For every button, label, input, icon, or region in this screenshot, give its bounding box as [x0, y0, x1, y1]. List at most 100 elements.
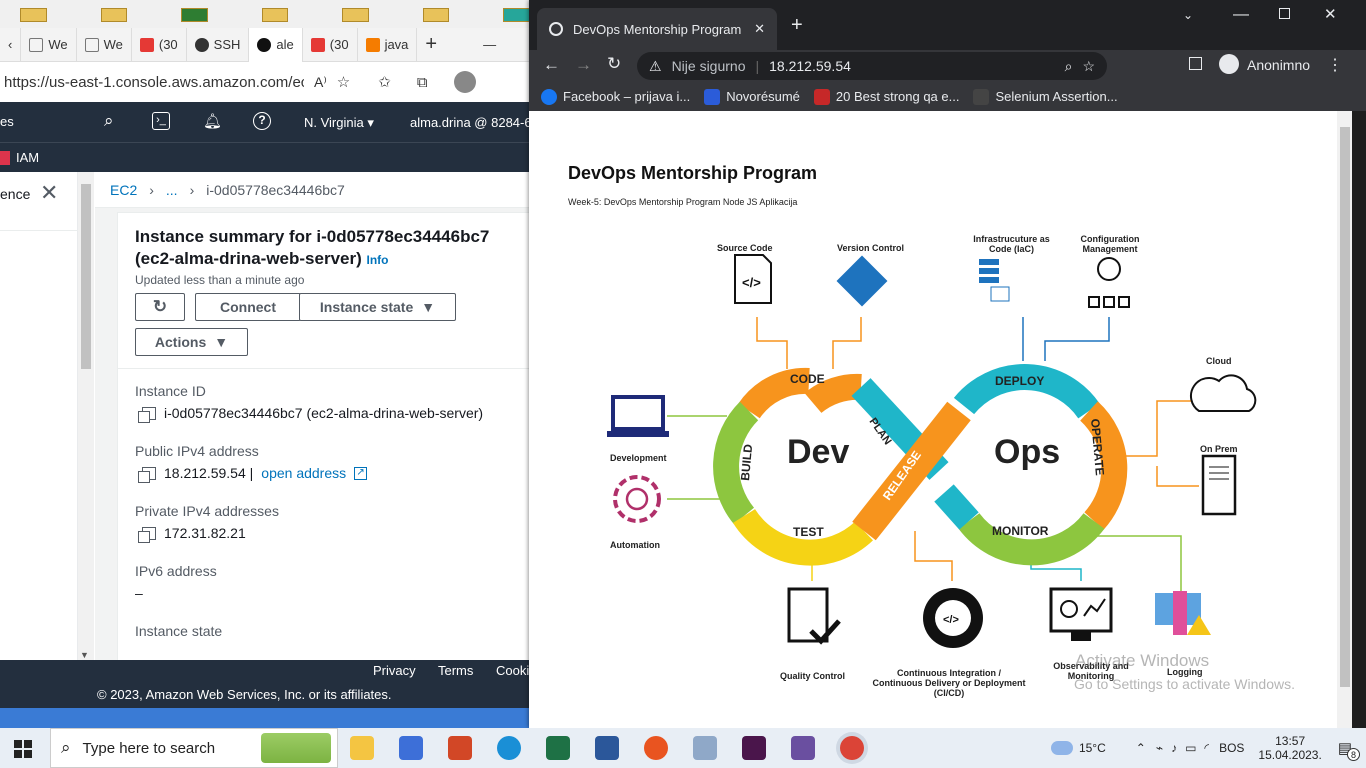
- cookie-link[interactable]: Cooki: [496, 663, 529, 678]
- weather-icon[interactable]: [1050, 741, 1073, 755]
- bookmark-qa[interactable]: 20 Best strong qa e...: [813, 88, 959, 105]
- file-explorer-icon[interactable]: [350, 736, 374, 760]
- side-panel-icon[interactable]: [1189, 57, 1202, 70]
- instance-state-button[interactable]: Instance state ▼: [299, 293, 456, 321]
- bell-icon[interactable]: 🔔︎: [203, 112, 222, 130]
- taskbar-search[interactable]: ⌕ Type here to search: [50, 728, 338, 768]
- bookmark-novoresume[interactable]: Novorésumé: [704, 88, 800, 105]
- edge-tab[interactable]: We: [77, 28, 132, 62]
- document-icon[interactable]: [422, 8, 450, 22]
- folder-icon[interactable]: [20, 8, 47, 22]
- forward-icon[interactable]: →: [575, 55, 592, 75]
- info-link[interactable]: Info: [367, 253, 389, 267]
- profile-icon[interactable]: [453, 71, 476, 93]
- volume-icon[interactable]: ♪: [1171, 741, 1177, 755]
- copy-icon[interactable]: [138, 406, 156, 423]
- connect-button[interactable]: Connect: [195, 293, 301, 321]
- help-icon[interactable]: ?: [253, 112, 271, 130]
- excel-icon[interactable]: [181, 8, 208, 22]
- bookmark-facebook[interactable]: Facebook – prijava i...: [541, 88, 690, 105]
- back-icon[interactable]: ←: [543, 55, 560, 75]
- incognito-label[interactable]: Anonimno: [1247, 57, 1310, 73]
- edge-tab[interactable]: We: [21, 28, 77, 62]
- minimize-icon[interactable]: —: [1233, 6, 1249, 24]
- new-tab-button[interactable]: +: [791, 14, 803, 37]
- actions-button[interactable]: Actions ▼: [135, 328, 248, 356]
- iam-favorite[interactable]: IAM: [16, 150, 39, 165]
- notifications-icon[interactable]: ▤ 8: [1338, 739, 1360, 761]
- edge-tab[interactable]: java: [358, 28, 418, 62]
- windows-start-icon[interactable]: [14, 740, 32, 758]
- bookmark-star-icon[interactable]: ☆: [1082, 58, 1095, 75]
- breadcrumb-ec2[interactable]: EC2: [110, 182, 137, 198]
- quality-control-label: Quality Control: [780, 671, 845, 681]
- new-tab-button[interactable]: +: [417, 28, 445, 62]
- region-selector[interactable]: N. Virginia ▾: [304, 115, 374, 131]
- search-icon[interactable]: ⌕: [104, 111, 114, 131]
- tab-search-icon[interactable]: ⌄: [1183, 8, 1193, 22]
- open-address-link[interactable]: open address: [261, 465, 346, 481]
- slack-icon[interactable]: [742, 736, 766, 760]
- edge-tab[interactable]: (30: [132, 28, 187, 62]
- close-window-icon[interactable]: ✕: [1324, 5, 1337, 23]
- scroll-down-arrow-icon[interactable]: ▼: [80, 650, 89, 660]
- copy-icon[interactable]: [138, 526, 156, 543]
- wifi-icon[interactable]: ◜: [1204, 741, 1209, 755]
- favorites-icon[interactable]: ✩: [378, 73, 391, 91]
- app-icon[interactable]: [503, 8, 531, 22]
- add-favorite-icon[interactable]: ☆: [337, 73, 350, 91]
- address-input[interactable]: https://us-east-1.console.aws.amazon.com…: [4, 74, 304, 91]
- reload-icon[interactable]: ↻: [607, 54, 621, 74]
- powerpoint-icon[interactable]: [448, 736, 472, 760]
- edge-tab[interactable]: SSH: [187, 28, 250, 62]
- copy-icon[interactable]: [138, 466, 156, 483]
- usb-icon[interactable]: ⌁: [1156, 741, 1163, 755]
- edge-tab[interactable]: (30: [303, 28, 358, 62]
- close-tab-icon[interactable]: ✕: [754, 21, 765, 37]
- language-indicator[interactable]: BOS: [1219, 741, 1244, 755]
- read-aloud-icon[interactable]: A⁾: [314, 74, 327, 91]
- collections-icon[interactable]: ⧉: [417, 74, 428, 91]
- chrome-tab-active[interactable]: DevOps Mentorship Program ✕: [537, 8, 777, 50]
- folder-icon[interactable]: [261, 8, 289, 22]
- folder-icon[interactable]: [342, 8, 369, 22]
- chevron-up-icon[interactable]: ⌃: [1136, 741, 1146, 755]
- edge-tab-active[interactable]: ale: [249, 28, 303, 62]
- battery-icon[interactable]: ▭: [1185, 741, 1196, 755]
- document-icon[interactable]: [100, 8, 128, 22]
- privacy-link[interactable]: Privacy: [373, 663, 416, 678]
- scrollbar-thumb[interactable]: [1340, 127, 1350, 687]
- zoom-icon[interactable]: ⌕: [1065, 58, 1073, 75]
- minimize-icon[interactable]: —: [475, 28, 504, 62]
- cloudshell-icon[interactable]: ›_: [152, 112, 170, 130]
- ubuntu-icon[interactable]: [644, 736, 668, 760]
- bookmark-selenium[interactable]: Selenium Assertion...: [973, 88, 1118, 105]
- menu-kebab-icon[interactable]: ⋮: [1327, 55, 1343, 75]
- chrome-icon[interactable]: [840, 736, 864, 760]
- edge-icon[interactable]: [497, 736, 521, 760]
- edge-tab-bar: ‹ We We (30 SSH ale (30 java + —: [0, 28, 530, 62]
- refresh-button[interactable]: ↻: [135, 293, 185, 321]
- terms-link[interactable]: Terms: [438, 663, 473, 678]
- excel-icon[interactable]: [546, 736, 570, 760]
- chevron-left-icon[interactable]: ‹: [8, 37, 12, 52]
- page-scrollbar[interactable]: [1337, 111, 1353, 728]
- divider: [0, 230, 78, 231]
- external-link-icon[interactable]: ↗: [354, 466, 368, 480]
- omnibox[interactable]: ⚠ Nije sigurno | 18.212.59.54 ⌕ ☆: [637, 52, 1107, 80]
- cicd-label-line3: (CI/CD): [933, 688, 965, 698]
- weather-text[interactable]: 15°C: [1079, 741, 1106, 755]
- app-icon[interactable]: [791, 736, 815, 760]
- not-secure-label[interactable]: Nije sigurno: [672, 58, 746, 74]
- close-icon[interactable]: ✕: [40, 180, 58, 206]
- account-menu[interactable]: alma.drina @ 8284-6: [410, 115, 530, 130]
- breadcrumb-ellipsis[interactable]: ...: [166, 182, 178, 198]
- store-icon[interactable]: [399, 736, 423, 760]
- clock[interactable]: 13:57 15.04.2023.: [1258, 734, 1321, 762]
- notes-icon[interactable]: [693, 736, 717, 760]
- url-text[interactable]: 18.212.59.54: [769, 58, 851, 74]
- maximize-icon[interactable]: [1279, 8, 1290, 19]
- scrollbar-thumb[interactable]: [81, 184, 91, 369]
- left-scrollbar[interactable]: [78, 172, 94, 662]
- word-icon[interactable]: [595, 736, 619, 760]
